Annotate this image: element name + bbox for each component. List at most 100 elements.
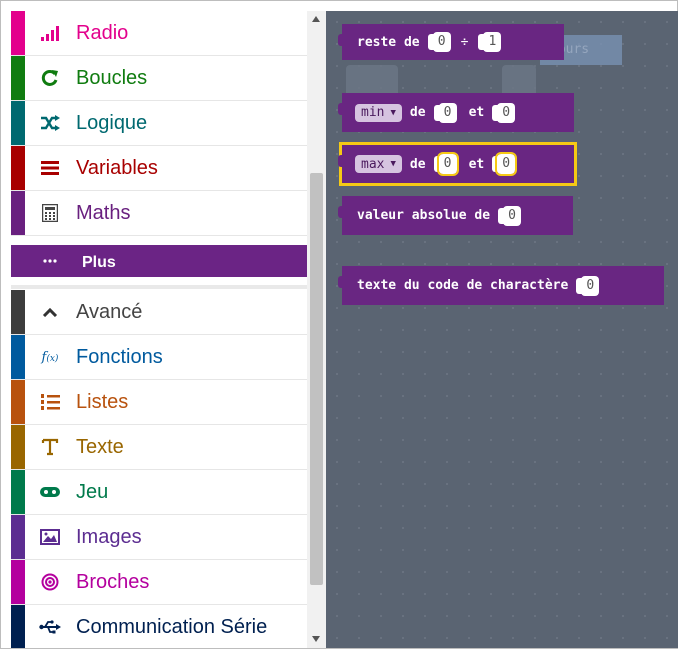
- refresh-icon: [39, 67, 61, 89]
- block-label: valeur absolue de: [357, 208, 491, 223]
- chevron-down-icon: ▼: [390, 159, 396, 169]
- usb-icon: [39, 616, 61, 638]
- function-dropdown[interactable]: min ▼: [355, 103, 402, 122]
- scrollbar-thumb[interactable]: [310, 173, 323, 585]
- chevron-up-icon: [39, 301, 61, 323]
- numbered-list-icon: [39, 391, 61, 413]
- toolbox: Radio Boucles Logique Variables Maths Pl…: [11, 11, 307, 648]
- block-label: et: [468, 156, 485, 172]
- list-lines-icon: [39, 157, 61, 179]
- category-text[interactable]: Texte: [11, 425, 307, 470]
- number-slot[interactable]: 0: [498, 204, 522, 228]
- block-absolute-value[interactable]: valeur absolue de 0: [338, 196, 573, 235]
- category-color-strip: [11, 56, 25, 100]
- category-color-strip: [11, 605, 25, 648]
- number-slot[interactable]: 0: [433, 101, 457, 125]
- block-label: reste de: [357, 34, 420, 50]
- category-maths[interactable]: Maths: [11, 191, 307, 236]
- toolbox-scrollbar[interactable]: [307, 11, 326, 648]
- chevron-down-icon: ▼: [390, 107, 396, 118]
- category-variables[interactable]: Variables: [11, 146, 307, 191]
- category-color-strip: [11, 560, 25, 604]
- scroll-up-arrow-icon[interactable]: [312, 16, 320, 22]
- category-label: Logique: [76, 112, 148, 134]
- category-color-strip: [11, 11, 25, 55]
- category-label: Images: [76, 526, 142, 548]
- block-min[interactable]: min ▼ de 0 et 0: [338, 93, 574, 132]
- text-icon: [39, 436, 61, 458]
- function-dropdown[interactable]: max ▼: [355, 155, 402, 173]
- block-char-from-code[interactable]: texte du code de charactère 0: [338, 266, 664, 305]
- category-maths-more[interactable]: Plus: [11, 245, 307, 277]
- category-radio[interactable]: Radio: [11, 11, 307, 56]
- number-slot[interactable]: 0: [427, 30, 451, 54]
- number-slot[interactable]: 0: [576, 274, 600, 298]
- divide-operator: ÷: [460, 34, 469, 50]
- number-input[interactable]: 0: [497, 102, 516, 123]
- category-loops[interactable]: Boucles: [11, 56, 307, 101]
- number-input[interactable]: 0: [495, 152, 518, 176]
- category-label: Variables: [76, 157, 158, 179]
- number-slot[interactable]: 0: [492, 101, 516, 125]
- target-icon: [39, 571, 61, 593]
- category-images[interactable]: Images: [11, 515, 307, 560]
- block-remainder[interactable]: reste de 0 ÷ 1: [338, 24, 564, 60]
- block-max[interactable]: max ▼ de 0 et 0: [338, 142, 577, 186]
- category-label: Broches: [76, 571, 150, 593]
- category-color-strip: [11, 290, 25, 334]
- category-label: Texte: [76, 436, 124, 458]
- category-label: Plus: [82, 254, 116, 271]
- category-label: Radio: [76, 22, 129, 44]
- number-input[interactable]: 0: [581, 275, 600, 296]
- number-slot[interactable]: 0: [492, 152, 518, 176]
- category-color-strip: [11, 335, 25, 379]
- category-advanced[interactable]: Avancé: [11, 290, 307, 335]
- category-functions[interactable]: f(x) Fonctions: [11, 335, 307, 380]
- function-icon: f(x): [41, 349, 59, 365]
- toolbox-divider: [11, 285, 307, 289]
- category-label: Listes: [76, 391, 129, 413]
- signal-bars-icon: [39, 22, 61, 44]
- scroll-down-arrow-icon[interactable]: [312, 636, 320, 642]
- category-color-strip: [11, 380, 25, 424]
- category-lists[interactable]: Listes: [11, 380, 307, 425]
- category-pins[interactable]: Broches: [11, 560, 307, 605]
- category-color-strip: [11, 101, 25, 145]
- category-label: Maths: [76, 202, 131, 224]
- block-output-connector: [338, 155, 344, 167]
- category-game[interactable]: Jeu: [11, 470, 307, 515]
- dropdown-value: min: [361, 105, 385, 120]
- dropdown-value: max: [361, 156, 385, 172]
- gamepad-icon: [39, 481, 61, 503]
- category-color-strip: [11, 146, 25, 190]
- blocks-workspace[interactable]: jours reste de 0 ÷ 1 min ▼ de 0 et 0 max ▼…: [326, 11, 678, 648]
- category-label: Avancé: [76, 301, 143, 323]
- category-color-strip: [11, 470, 25, 514]
- ellipsis-icon: [39, 250, 61, 272]
- number-input[interactable]: 0: [432, 32, 451, 52]
- category-label: Jeu: [76, 481, 109, 503]
- block-label: texte du code de charactère: [357, 278, 569, 293]
- category-label: Fonctions: [76, 346, 163, 368]
- editor-frame: Radio Boucles Logique Variables Maths Pl…: [0, 0, 678, 649]
- category-serial[interactable]: Communication Série: [11, 605, 307, 648]
- block-label: de: [409, 105, 426, 120]
- category-label: Boucles: [76, 67, 148, 89]
- image-icon: [39, 526, 61, 548]
- category-color-strip: [11, 515, 25, 559]
- number-slot[interactable]: 0: [433, 152, 459, 176]
- category-logic[interactable]: Logique: [11, 101, 307, 146]
- block-label: de: [409, 156, 426, 172]
- block-output-connector: [338, 103, 344, 115]
- block-output-connector: [338, 34, 344, 46]
- block-output-connector: [338, 276, 344, 288]
- category-color-strip: [11, 425, 25, 469]
- number-input[interactable]: 0: [436, 152, 459, 176]
- number-slot[interactable]: 1: [478, 30, 502, 54]
- calculator-icon: [39, 202, 61, 224]
- number-input[interactable]: 0: [438, 102, 457, 123]
- number-input[interactable]: 0: [503, 205, 522, 226]
- category-color-strip: [11, 191, 25, 235]
- number-input[interactable]: 1: [483, 32, 502, 52]
- shuffle-icon: [39, 112, 61, 134]
